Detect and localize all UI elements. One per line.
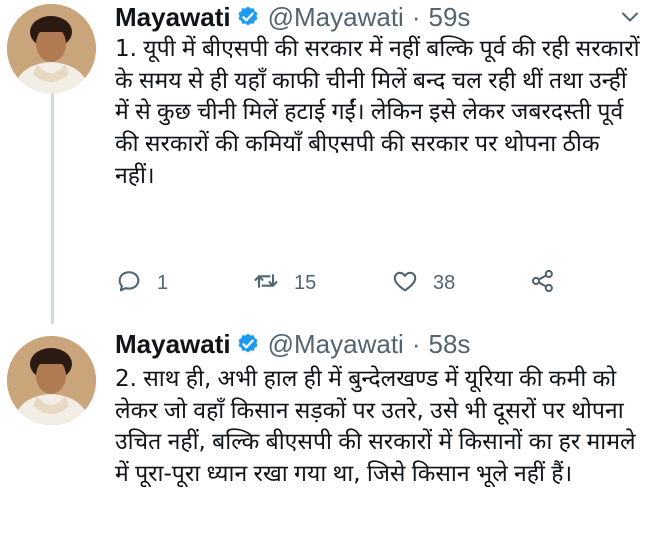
tweet[interactable]: Mayawati @Mayawati · 58s 2. साथ ही, अभी … bbox=[0, 324, 650, 540]
retweet-button[interactable]: 15 bbox=[252, 265, 316, 301]
tweet-text: 1. यूपी में बीएसपी की सरकार में नहीं बल्… bbox=[115, 36, 640, 189]
chevron-down-icon[interactable] bbox=[618, 5, 642, 29]
separator-dot: · bbox=[411, 1, 421, 32]
separator-dot: · bbox=[411, 328, 421, 359]
tweet[interactable]: Mayawati @Mayawati · 59s 1. यूपी में बीए… bbox=[0, 0, 650, 324]
retweet-count: 15 bbox=[294, 271, 317, 294]
avatar[interactable] bbox=[7, 4, 96, 93]
handle[interactable]: @Mayawati bbox=[268, 329, 404, 360]
tweet-actions: 1 15 38 bbox=[115, 265, 575, 301]
handle[interactable]: @Mayawati bbox=[268, 2, 404, 33]
reply-button[interactable]: 1 bbox=[115, 265, 168, 301]
display-name[interactable]: Mayawati bbox=[115, 2, 231, 33]
like-count: 38 bbox=[433, 271, 456, 294]
timestamp[interactable]: 59s bbox=[429, 2, 471, 33]
share-button[interactable] bbox=[529, 265, 557, 301]
share-icon bbox=[529, 267, 557, 299]
tweet-header: Mayawati @Mayawati · 59s bbox=[115, 0, 650, 34]
retweet-icon bbox=[252, 267, 280, 299]
verified-badge-icon bbox=[236, 5, 260, 29]
reply-icon bbox=[115, 267, 143, 299]
display-name[interactable]: Mayawati bbox=[115, 329, 231, 360]
like-button[interactable]: 38 bbox=[391, 265, 455, 301]
tweet-text: 2. साथ ही, अभी हाल ही में बुन्देलखण्ड मे… bbox=[115, 366, 636, 488]
reply-count: 1 bbox=[157, 271, 169, 294]
tweet-header: Mayawati @Mayawati · 58s bbox=[115, 327, 650, 361]
timestamp[interactable]: 58s bbox=[429, 329, 471, 360]
heart-icon bbox=[391, 267, 419, 299]
thread-connector-line bbox=[51, 86, 54, 324]
avatar[interactable] bbox=[7, 336, 96, 425]
verified-badge-icon bbox=[236, 332, 260, 356]
